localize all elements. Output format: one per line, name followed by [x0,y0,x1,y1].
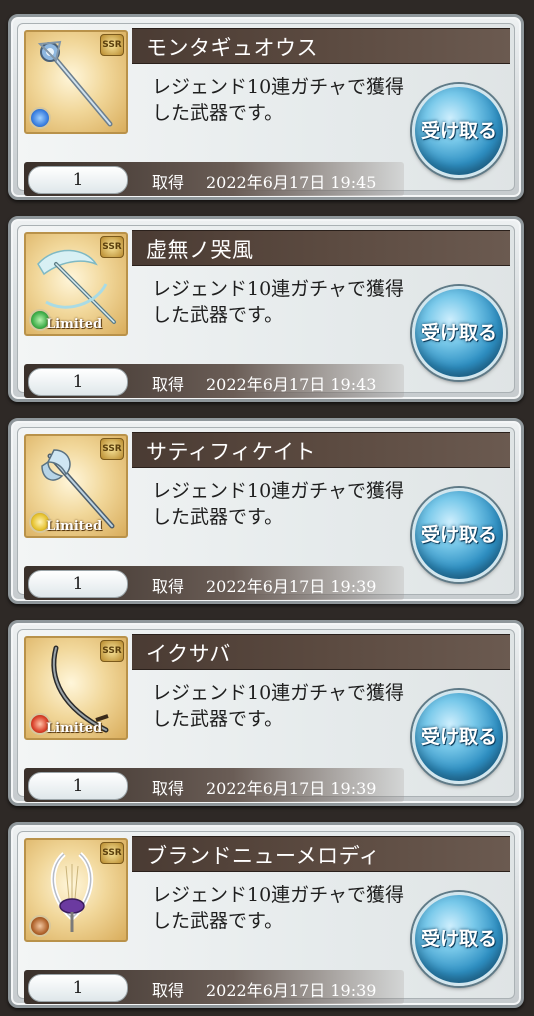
item-title-bar: イクサバ [132,634,510,670]
item-name: 虚無ノ哭風 [146,238,254,262]
weapon-thumbnail: SSR [24,838,128,942]
reward-card: 虚無ノ哭風 SSR Limited レジェンド10連ガチャで獲得した武器です。 … [8,216,524,402]
reward-card: ブランドニューメロディ SSR レジェンド10連ガチャで獲得した武器です。 1 … [8,822,524,1008]
reward-card: モンタギュオウス SSR レジェンド10連ガチャで獲得した武器です。 1 取得 … [8,14,524,200]
quantity-pill: 1 [28,166,128,194]
quantity-pill: 1 [28,368,128,396]
quantity-pill: 1 [28,974,128,1002]
quantity-pill: 1 [28,772,128,800]
rarity-badge: SSR [100,236,124,258]
rarity-badge: SSR [100,438,124,460]
rarity-badge: SSR [100,640,124,662]
weapon-thumbnail: SSR Limited [24,636,128,740]
rarity-badge: SSR [100,842,124,864]
item-title-bar: 虚無ノ哭風 [132,230,510,266]
acquired-timestamp: 2022年6月17日 19:45 [206,173,377,192]
limited-tag: Limited [46,317,103,332]
acquired-timestamp: 2022年6月17日 19:39 [206,577,377,596]
acquired-timestamp: 2022年6月17日 19:43 [206,375,377,394]
card-body: ブランドニューメロディ SSR レジェンド10連ガチャで獲得した武器です。 1 … [17,831,515,1004]
earth-element-icon [29,915,51,937]
receive-button[interactable]: 受け取る [412,488,506,582]
item-description: レジェンド10連ガチャで獲得した武器です。 [152,884,404,932]
card-body: イクサバ SSR Limited レジェンド10連ガチャで獲得した武器です。 1… [17,629,515,802]
card-body: モンタギュオウス SSR レジェンド10連ガチャで獲得した武器です。 1 取得 … [17,23,515,196]
acquired-label: 取得 [152,375,185,394]
acquired-label: 取得 [152,981,185,1000]
acquired-label: 取得 [152,577,185,596]
acquired-timestamp: 2022年6月17日 19:39 [206,981,377,1000]
item-title-bar: サティフィケイト [132,432,510,468]
item-title-bar: モンタギュオウス [132,28,510,64]
limited-tag: Limited [46,721,103,736]
item-description: レジェンド10連ガチャで獲得した武器です。 [152,76,404,124]
item-description: レジェンド10連ガチャで獲得した武器です。 [152,480,404,528]
weapon-thumbnail: SSR Limited [24,434,128,538]
reward-card: イクサバ SSR Limited レジェンド10連ガチャで獲得した武器です。 1… [8,620,524,806]
limited-tag: Limited [46,519,103,534]
receive-button[interactable]: 受け取る [412,892,506,986]
weapon-thumbnail: SSR Limited [24,232,128,336]
reward-card: サティフィケイト SSR Limited レジェンド10連ガチャで獲得した武器で… [8,418,524,604]
reward-list: モンタギュオウス SSR レジェンド10連ガチャで獲得した武器です。 1 取得 … [0,0,534,1016]
rarity-badge: SSR [100,34,124,56]
item-description: レジェンド10連ガチャで獲得した武器です。 [152,278,404,326]
item-name: モンタギュオウス [146,36,318,60]
acquired-label: 取得 [152,779,185,798]
item-title-bar: ブランドニューメロディ [132,836,510,872]
receive-button[interactable]: 受け取る [412,286,506,380]
receive-button[interactable]: 受け取る [412,84,506,178]
weapon-thumbnail: SSR [24,30,128,134]
acquired-timestamp: 2022年6月17日 19:39 [206,779,377,798]
water-element-icon [29,107,51,129]
item-description: レジェンド10連ガチャで獲得した武器です。 [152,682,404,730]
quantity-pill: 1 [28,570,128,598]
item-name: イクサバ [146,642,231,666]
item-name: ブランドニューメロディ [146,844,381,868]
card-body: 虚無ノ哭風 SSR Limited レジェンド10連ガチャで獲得した武器です。 … [17,225,515,398]
card-body: サティフィケイト SSR Limited レジェンド10連ガチャで獲得した武器で… [17,427,515,600]
acquired-label: 取得 [152,173,185,192]
item-name: サティフィケイト [146,440,316,464]
receive-button[interactable]: 受け取る [412,690,506,784]
